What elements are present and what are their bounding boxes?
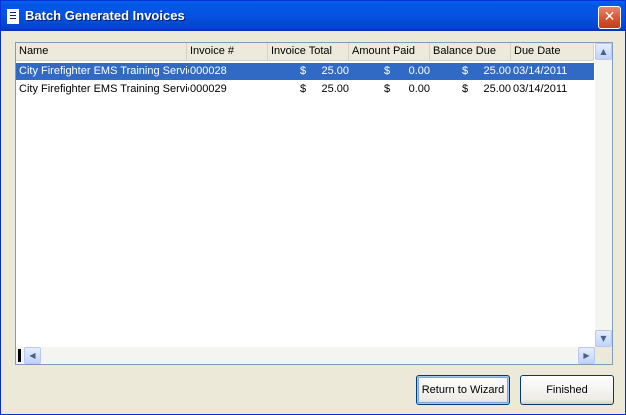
cell-amount-paid: 0.00	[408, 83, 430, 95]
cell-balance-currency: $	[462, 83, 469, 95]
scroll-down-icon[interactable]: ▼	[595, 330, 612, 347]
cell-due-date: 03/14/2011	[513, 83, 568, 95]
vertical-scrollbar[interactable]: ▲ ▼	[595, 43, 612, 347]
invoice-dialog: Batch Generated Invoices ✕ Name Invoice …	[0, 0, 626, 415]
close-button[interactable]: ✕	[598, 6, 621, 29]
cell-balance-due: 25.00	[483, 83, 511, 95]
scroll-left-icon[interactable]: ◀	[24, 347, 41, 364]
return-to-wizard-button[interactable]: Return to Wizard	[416, 375, 510, 405]
cell-due-date: 03/14/2011	[513, 65, 568, 77]
column-header-balance-due[interactable]: Balance Due	[430, 43, 511, 60]
cell-invoice-number: 000029	[190, 83, 227, 95]
cell-invoice-total: 25.00	[321, 83, 349, 95]
cell-balance-currency: $	[462, 65, 469, 77]
table-row[interactable]: City Firefighter EMS Training Service 00…	[16, 81, 594, 98]
column-header-amount-paid[interactable]: Amount Paid	[349, 43, 430, 60]
cell-balance-due: 25.00	[483, 65, 511, 77]
invoice-list[interactable]: Name Invoice # Invoice Total Amount Paid…	[15, 42, 613, 365]
table-row[interactable]: City Firefighter EMS Training Service 00…	[16, 63, 594, 80]
list-header: Name Invoice # Invoice Total Amount Paid…	[16, 43, 594, 61]
cell-name: City Firefighter EMS Training Service	[19, 83, 189, 95]
column-header-invoice-total[interactable]: Invoice Total	[268, 43, 349, 60]
cell-invoice-total: 25.00	[321, 65, 349, 77]
cell-amount-paid: 0.00	[408, 65, 430, 77]
window-title: Batch Generated Invoices	[25, 8, 185, 23]
column-header-name[interactable]: Name	[16, 43, 187, 60]
scroll-up-icon[interactable]: ▲	[595, 43, 612, 60]
cell-total-currency: $	[300, 65, 307, 77]
scroll-right-icon[interactable]: ▶	[578, 347, 595, 364]
cell-name: City Firefighter EMS Training Service	[19, 65, 189, 77]
scrollbar-corner	[595, 347, 612, 364]
horizontal-scrollbar[interactable]: ◀ ▶	[16, 347, 595, 364]
window-app-icon	[7, 9, 19, 24]
cell-total-currency: $	[300, 83, 307, 95]
scroll-position-marker	[18, 349, 21, 362]
column-header-invoice-number[interactable]: Invoice #	[187, 43, 268, 60]
cell-invoice-number: 000028	[190, 65, 227, 77]
column-header-due-date[interactable]: Due Date	[511, 43, 594, 60]
finished-button[interactable]: Finished	[520, 375, 614, 405]
title-bar: Batch Generated Invoices ✕	[1, 1, 625, 31]
